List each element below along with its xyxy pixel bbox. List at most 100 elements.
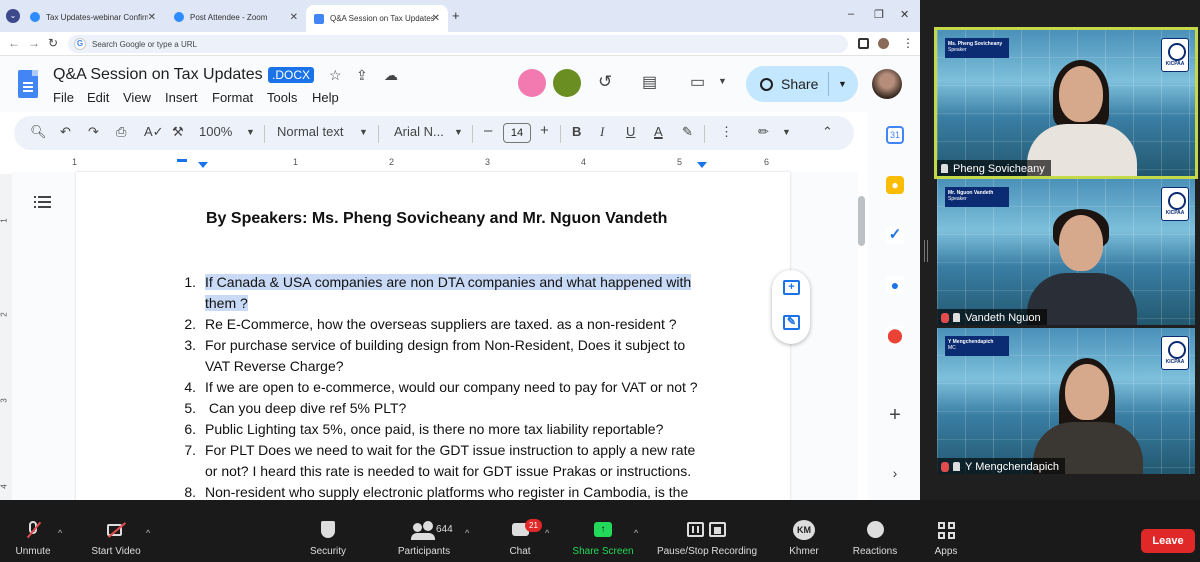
apps-button[interactable]: Apps bbox=[926, 520, 966, 557]
unmute-button[interactable]: Unmute bbox=[10, 520, 56, 557]
menu-format[interactable]: Format bbox=[212, 90, 253, 105]
menu-file[interactable]: File bbox=[53, 90, 74, 105]
chevron-down-icon[interactable]: ▼ bbox=[838, 79, 847, 89]
text-color-button[interactable]: A bbox=[654, 124, 663, 139]
chevron-down-icon[interactable]: ▼ bbox=[782, 127, 791, 137]
menu-insert[interactable]: Insert bbox=[165, 90, 198, 105]
scrollbar-thumb[interactable] bbox=[858, 196, 865, 246]
redo-icon[interactable]: ↷ bbox=[88, 124, 99, 140]
underline-button[interactable]: U bbox=[626, 124, 635, 139]
list-item-text[interactable]: Non-resident who supply electronic platf… bbox=[205, 484, 688, 500]
user-avatar[interactable] bbox=[872, 69, 902, 99]
tasks-icon[interactable]: ✓ bbox=[886, 226, 904, 244]
chevron-down-icon[interactable]: ▼ bbox=[718, 76, 727, 86]
forward-arrow-icon[interactable]: → bbox=[28, 36, 40, 50]
list-item-text[interactable]: them ? bbox=[205, 295, 248, 311]
chevron-up-icon[interactable]: ^ bbox=[465, 528, 469, 538]
first-line-indent-marker[interactable] bbox=[177, 159, 187, 162]
share-screen-button[interactable]: ↑ Share Screen bbox=[570, 520, 636, 557]
get-addons-icon[interactable]: + bbox=[886, 405, 904, 425]
list-item-text[interactable]: VAT Reverse Charge? bbox=[205, 358, 344, 374]
collaborator-avatar[interactable] bbox=[553, 69, 581, 97]
minimize-icon[interactable]: – bbox=[848, 8, 854, 20]
panel-resize-handle[interactable] bbox=[924, 240, 928, 262]
meet-video-icon[interactable]: ▭ bbox=[690, 72, 705, 92]
tab-post-attendee[interactable]: Post Attendee - Zoom ✕ bbox=[166, 5, 306, 29]
maps-icon[interactable]: ⬤ bbox=[886, 326, 904, 344]
start-video-button[interactable]: Start Video bbox=[86, 520, 146, 557]
leave-button[interactable]: Leave bbox=[1141, 529, 1195, 553]
star-icon[interactable]: ☆ bbox=[329, 67, 342, 84]
list-item-text[interactable]: Can you deep dive ref 5% PLT? bbox=[205, 400, 406, 416]
chevron-down-icon[interactable]: ▼ bbox=[359, 127, 368, 137]
style-select[interactable]: Normal text bbox=[277, 124, 343, 139]
list-item-text[interactable]: Re E-Commerce, how the overseas supplier… bbox=[205, 316, 677, 332]
menu-edit[interactable]: Edit bbox=[87, 90, 109, 105]
keep-icon[interactable]: ● bbox=[886, 176, 904, 194]
security-button[interactable]: Security bbox=[306, 520, 350, 557]
language-button[interactable]: KM Khmer bbox=[784, 520, 824, 557]
chevron-up-icon[interactable]: ^ bbox=[146, 528, 150, 538]
reload-icon[interactable]: ↻ bbox=[48, 36, 58, 50]
back-arrow-icon[interactable]: ← bbox=[8, 36, 20, 50]
decrease-font-size-button[interactable]: – bbox=[484, 122, 492, 139]
more-options-icon[interactable]: ⋮ bbox=[720, 124, 733, 140]
tab-webinar[interactable]: Tax Updates-webinar Confirmat ✕ bbox=[22, 5, 164, 29]
increase-font-size-button[interactable]: + bbox=[540, 122, 549, 139]
menu-tools[interactable]: Tools bbox=[267, 90, 297, 105]
close-icon[interactable]: ✕ bbox=[432, 13, 440, 24]
chevron-down-icon[interactable]: ▼ bbox=[454, 127, 463, 137]
address-bar[interactable]: G Search Google or type a URL bbox=[68, 35, 848, 53]
video-tile[interactable]: Mr. Nguon Vandeth Speaker KICPAA Vandeth… bbox=[937, 179, 1195, 325]
move-to-folder-icon[interactable]: ⇪ bbox=[356, 67, 368, 84]
chevron-up-icon[interactable]: ^ bbox=[545, 528, 549, 538]
list-item-text[interactable]: For PLT Does we need to wait for the GDT… bbox=[205, 442, 695, 458]
left-indent-marker[interactable] bbox=[198, 162, 208, 168]
list-item-text[interactable]: For purchase service of building design … bbox=[205, 337, 685, 353]
video-tile[interactable]: Ms. Pheng Sovicheany Speaker KICPAA Phen… bbox=[934, 27, 1198, 179]
chevron-up-icon[interactable]: ^ bbox=[58, 528, 62, 538]
zoom-select[interactable]: 100% bbox=[199, 124, 232, 139]
menu-help[interactable]: Help bbox=[312, 90, 339, 105]
chevron-up-icon[interactable]: ^ bbox=[634, 528, 638, 538]
close-icon[interactable]: ✕ bbox=[148, 12, 156, 23]
collapse-menus-icon[interactable]: ⌃ bbox=[822, 124, 833, 140]
font-select[interactable]: Arial N... bbox=[394, 124, 444, 139]
comments-icon[interactable]: ▤ bbox=[642, 72, 657, 92]
highlight-pen-icon[interactable]: ✎ bbox=[682, 124, 693, 140]
list-item-text[interactable]: Public Lighting tax 5%, once paid, is th… bbox=[205, 421, 663, 437]
paint-format-icon[interactable]: ⚒ bbox=[172, 124, 184, 140]
contacts-icon[interactable]: ● bbox=[886, 276, 904, 294]
right-indent-marker[interactable] bbox=[697, 162, 707, 168]
tab-qa-session[interactable]: Q&A Session on Tax Updates.do ✕ bbox=[306, 5, 448, 32]
expand-panel-icon[interactable]: › bbox=[886, 464, 904, 482]
search-menus-icon[interactable]: 🔍︎ bbox=[30, 124, 47, 140]
browser-menu-icon[interactable]: ⋮ bbox=[902, 36, 914, 50]
menu-view[interactable]: View bbox=[123, 90, 151, 105]
reactions-button[interactable]: Reactions bbox=[848, 520, 902, 557]
share-button[interactable]: Share ▼ bbox=[746, 66, 858, 102]
add-comment-icon[interactable]: + bbox=[783, 280, 800, 295]
document-title[interactable]: Q&A Session on Tax Updates bbox=[53, 66, 263, 84]
spellcheck-icon[interactable]: A✓ bbox=[144, 124, 164, 140]
maximize-icon[interactable]: ❐ bbox=[874, 8, 884, 21]
horizontal-ruler[interactable] bbox=[76, 154, 790, 170]
docs-logo-icon[interactable] bbox=[18, 70, 38, 98]
calendar-icon[interactable]: 31 bbox=[886, 126, 904, 144]
print-icon[interactable]: ⎙ bbox=[116, 124, 126, 140]
tab-search-icon[interactable]: ⌄ bbox=[6, 9, 20, 23]
chevron-down-icon[interactable]: ▼ bbox=[246, 127, 255, 137]
close-icon[interactable]: ✕ bbox=[290, 12, 298, 23]
document-outline-icon[interactable] bbox=[34, 194, 52, 210]
bold-button[interactable]: B bbox=[572, 124, 581, 139]
recording-button[interactable]: Pause/Stop Recording bbox=[654, 520, 760, 557]
editing-mode-icon[interactable]: ✏ bbox=[758, 124, 769, 140]
video-tile[interactable]: Y Mengchendapich MC KICPAA Y Mengchendap… bbox=[937, 328, 1195, 474]
collaborator-avatar[interactable] bbox=[518, 69, 546, 97]
new-tab-button[interactable]: + bbox=[452, 8, 460, 23]
list-item-text[interactable]: or not? I heard this rate is needed to w… bbox=[205, 463, 691, 479]
list-item-text[interactable]: If Canada & USA companies are non DTA co… bbox=[205, 274, 692, 290]
window-close-icon[interactable]: ✕ bbox=[900, 8, 909, 21]
italic-button[interactable]: I bbox=[600, 124, 604, 140]
version-history-icon[interactable]: ↺ bbox=[598, 72, 612, 92]
